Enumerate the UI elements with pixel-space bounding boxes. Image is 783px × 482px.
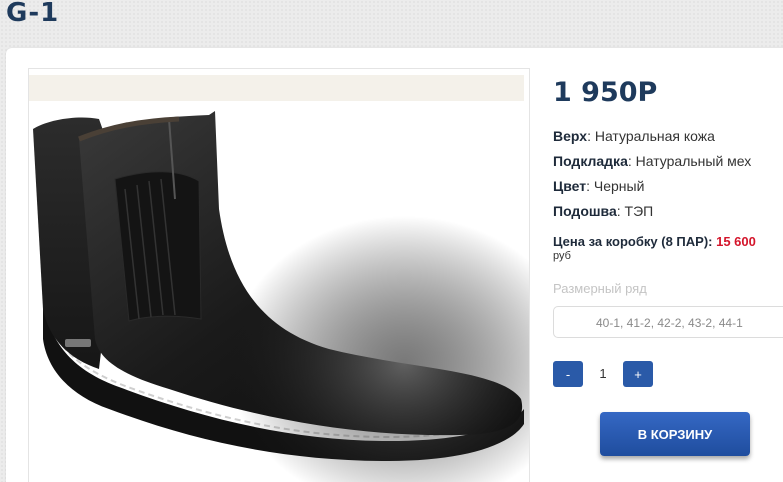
spec-value: Натуральный мех [635, 153, 752, 169]
quantity-input[interactable]: 1 [583, 361, 623, 387]
box-price-currency: руб [553, 250, 571, 262]
spec-label: Подошва [553, 203, 617, 219]
quantity-decrease-button[interactable]: - [553, 361, 583, 387]
box-price-value: 15 600 [716, 234, 756, 249]
quantity-increase-button[interactable]: + [623, 361, 653, 387]
box-price-label: Цена за коробку (8 ПАР): [553, 234, 713, 249]
page-title: G-1 [6, 0, 60, 28]
size-range-label: Размерный ряд [553, 281, 647, 296]
size-range-select[interactable]: 40-1, 41-2, 42-2, 43-2, 44-1 [553, 306, 783, 338]
spec-label: Подкладка [553, 153, 628, 169]
product-card: 1 950Р Верх: Натуральная кожа Подкладка:… [6, 48, 783, 482]
spec-upper: Верх: Натуральная кожа [553, 128, 715, 144]
spec-label: Верх [553, 128, 588, 144]
spec-value: ТЭП [624, 203, 654, 219]
boot-icon [29, 69, 529, 482]
product-image[interactable] [28, 68, 530, 482]
spec-label: Цвет [553, 178, 587, 194]
spec-lining: Подкладка: Натуральный мех [553, 153, 752, 169]
spec-sole: Подошва: ТЭП [553, 203, 654, 219]
spec-value: Натуральная кожа [594, 128, 715, 144]
product-price: 1 950Р [553, 77, 658, 108]
add-to-cart-button[interactable]: В КОРЗИНУ [600, 412, 750, 456]
spec-color: Цвет: Черный [553, 178, 645, 194]
spec-value: Черный [593, 178, 645, 194]
box-price: Цена за коробку (8 ПАР): 15 600 [553, 234, 756, 249]
